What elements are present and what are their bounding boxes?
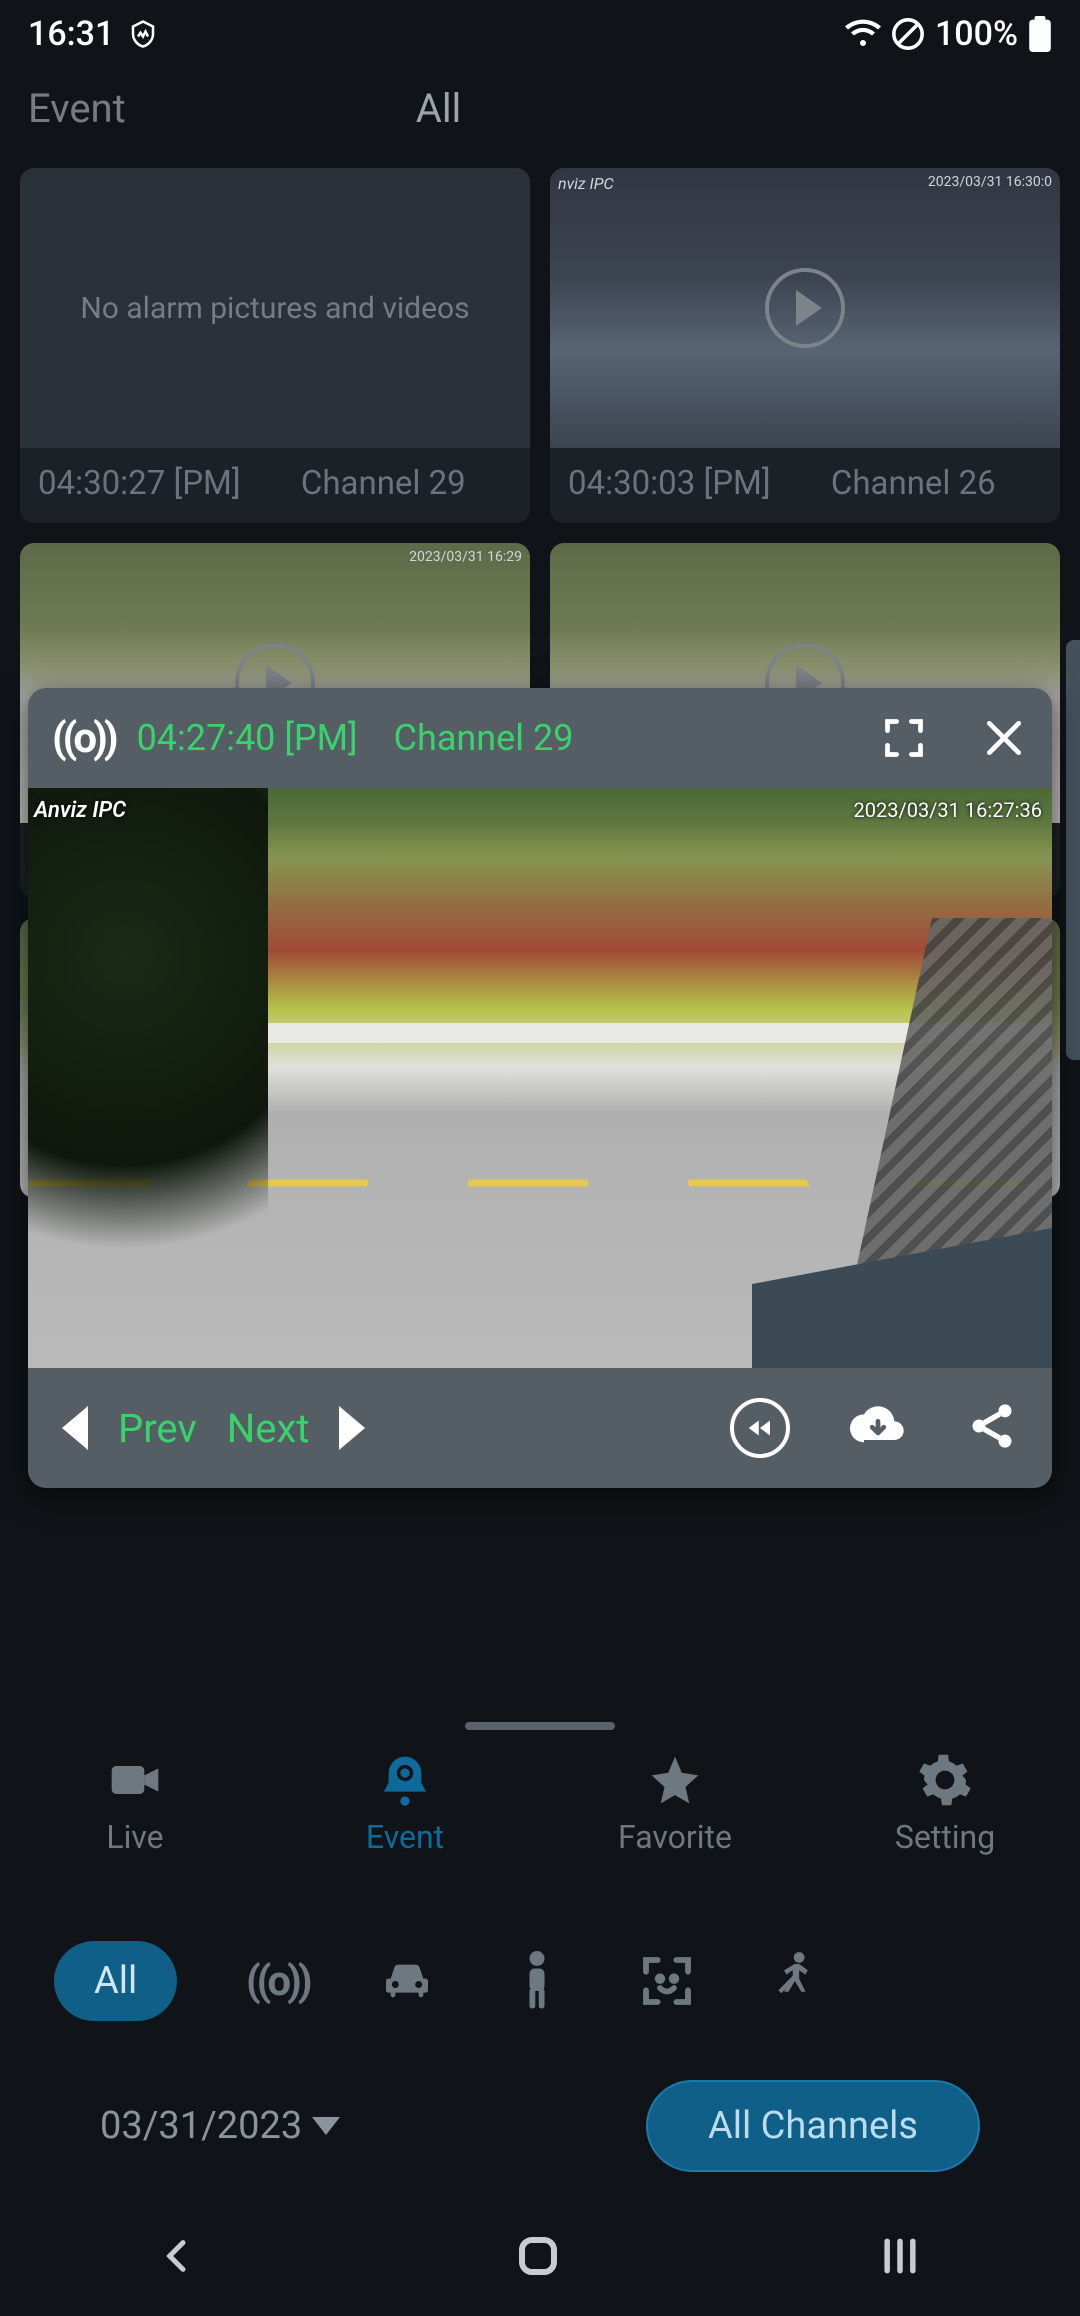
nav-event[interactable]: Event <box>270 1734 540 1874</box>
next-button[interactable]: Next <box>227 1405 310 1452</box>
card-time: 04:30:27 [PM] <box>38 464 241 503</box>
broadcast-filter-icon[interactable]: ((o)) <box>247 1957 307 2006</box>
status-time: 16:31 <box>28 14 114 54</box>
popup-footer: Prev Next <box>28 1368 1052 1488</box>
nav-label: Live <box>106 1818 163 1856</box>
next-arrow-icon[interactable] <box>339 1406 365 1450</box>
tab-all[interactable]: All <box>416 85 462 132</box>
download-button[interactable] <box>850 1398 906 1458</box>
prev-arrow-icon[interactable] <box>62 1406 88 1450</box>
person-filter-icon[interactable] <box>507 1951 567 2011</box>
card-time: 04:30:03 [PM] <box>568 464 771 503</box>
channel-selector[interactable]: All Channels <box>646 2080 980 2172</box>
recents-button[interactable] <box>878 2234 922 2278</box>
popup-image[interactable]: Anviz IPC 2023/03/31 16:27:36 <box>28 788 1052 1368</box>
close-button[interactable] <box>980 714 1028 762</box>
share-button[interactable] <box>966 1400 1018 1456</box>
status-bar: 16:31 100% <box>0 0 1080 68</box>
tab-event[interactable]: Event <box>28 85 126 132</box>
chevron-down-icon <box>312 2117 340 2135</box>
battery-text: 100% <box>935 14 1018 54</box>
date-text: 03/31/2023 <box>100 2104 302 2148</box>
rewind-button[interactable] <box>730 1398 790 1458</box>
camera-timestamp: 2023/03/31 16:27:36 <box>853 798 1042 822</box>
wifi-icon <box>845 19 881 49</box>
scrollbar[interactable] <box>1066 640 1080 1060</box>
date-selector[interactable]: 03/31/2023 <box>100 2104 340 2148</box>
broadcast-icon: ((o)) <box>52 714 115 763</box>
top-tabs: Event All <box>0 68 1080 148</box>
star-icon <box>647 1752 703 1808</box>
filter-all[interactable]: All <box>54 1941 177 2021</box>
camera-label: Anviz IPC <box>34 798 126 823</box>
bell-icon <box>377 1752 433 1808</box>
play-icon <box>765 268 845 348</box>
empty-thumb: No alarm pictures and videos <box>20 168 530 448</box>
gear-icon <box>917 1752 973 1808</box>
nav-setting[interactable]: Setting <box>810 1734 1080 1874</box>
thumb-timestamp: 2023/03/31 16:30:0 <box>928 174 1052 190</box>
card-channel: Channel 29 <box>255 464 512 503</box>
event-card[interactable]: nviz IPC 2023/03/31 16:30:0 04:30:03 [PM… <box>550 168 1060 523</box>
date-channel-row: 03/31/2023 All Channels <box>0 2076 1080 2176</box>
prev-button[interactable]: Prev <box>118 1405 197 1452</box>
popup-header: ((o)) 04:27:40 [PM] Channel 29 <box>28 688 1052 788</box>
nav-live[interactable]: Live <box>0 1734 270 1874</box>
battery-icon <box>1028 16 1052 52</box>
event-popup: ((o)) 04:27:40 [PM] Channel 29 Anviz IPC… <box>28 688 1052 1488</box>
system-nav <box>0 2196 1080 2316</box>
camera-icon <box>107 1752 163 1808</box>
nav-label: Favorite <box>618 1818 732 1856</box>
nav-favorite[interactable]: Favorite <box>540 1734 810 1874</box>
video-thumb: nviz IPC 2023/03/31 16:30:0 <box>550 168 1060 448</box>
nav-label: Event <box>366 1818 444 1856</box>
pedestrian-filter-icon[interactable] <box>767 1951 827 2011</box>
fullscreen-button[interactable] <box>880 714 928 762</box>
event-card[interactable]: No alarm pictures and videos 04:30:27 [P… <box>20 168 530 523</box>
vehicle-filter-icon[interactable] <box>377 1953 437 2009</box>
home-button[interactable] <box>514 2232 562 2280</box>
bottom-nav: Live Event Favorite Setting <box>0 1734 1080 1874</box>
face-filter-icon[interactable] <box>637 1953 697 2009</box>
drag-handle[interactable] <box>465 1722 615 1730</box>
card-channel: Channel 26 <box>785 464 1042 503</box>
back-button[interactable] <box>158 2236 198 2276</box>
shield-icon <box>128 19 158 49</box>
filter-row: All ((o)) <box>0 1926 1080 2036</box>
no-data-icon <box>891 17 925 51</box>
thumb-label: nviz IPC <box>558 174 614 193</box>
thumb-timestamp: 2023/03/31 16:29 <box>409 549 522 565</box>
nav-label: Setting <box>895 1818 995 1856</box>
popup-channel: Channel 29 <box>394 717 574 759</box>
popup-time: 04:27:40 [PM] <box>137 717 358 759</box>
